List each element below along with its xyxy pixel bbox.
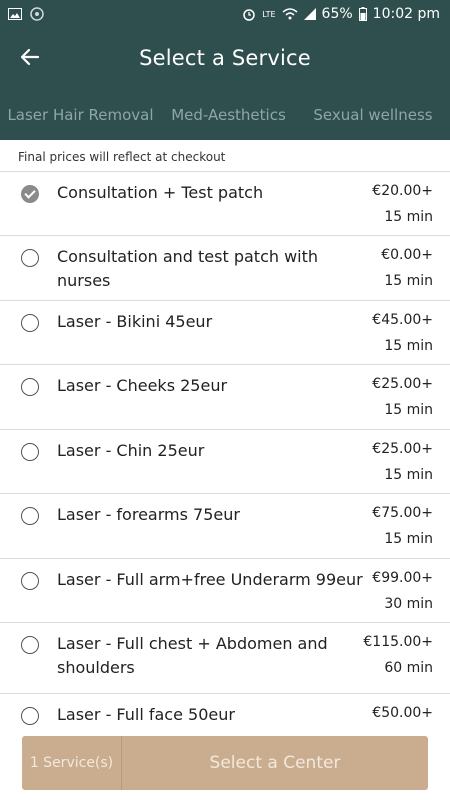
app-notification-icon: [30, 7, 44, 21]
status-bar: LTE 65% 10:02 pm: [0, 0, 450, 28]
service-price: €50.00+: [372, 705, 433, 721]
service-name: Consultation + Test patch: [57, 183, 264, 202]
service-price: €25.00+: [372, 441, 433, 457]
status-left: [8, 7, 44, 21]
radio-unselected-icon[interactable]: [21, 314, 39, 332]
category-tabs: Laser Hair Removal Med-Aesthetics Sexual…: [0, 90, 450, 140]
service-name: Laser - Full arm+free Underarm 99eur: [57, 570, 363, 589]
service-row[interactable]: Laser - Full face 50eur €50.00+: [0, 694, 450, 732]
signal-icon: [303, 8, 316, 20]
radio-unselected-icon[interactable]: [21, 636, 39, 654]
service-duration: 30 min: [384, 596, 433, 612]
radio-unselected-icon[interactable]: [21, 249, 39, 267]
service-price: €115.00+: [363, 634, 433, 650]
service-name: Laser - Full chest + Abdomen and shoulde…: [57, 634, 328, 677]
service-duration: 15 min: [384, 338, 433, 354]
service-price: €45.00+: [372, 312, 433, 328]
selected-services-count-button[interactable]: 1 Service(s): [22, 736, 122, 790]
battery-icon: [358, 7, 367, 21]
alarm-icon: [242, 7, 256, 21]
service-price: €99.00+: [372, 570, 433, 586]
service-row[interactable]: Consultation and test patch with nurses …: [0, 236, 450, 301]
wifi-icon: [282, 8, 298, 20]
service-name: Consultation and test patch with nurses: [57, 247, 319, 290]
radio-unselected-icon[interactable]: [21, 507, 39, 525]
status-right: LTE 65% 10:02 pm: [242, 6, 440, 22]
service-row[interactable]: Laser - Bikini 45eur €45.00+ 15 min: [0, 301, 450, 365]
tab-sexual-wellness[interactable]: Sexual wellness: [296, 90, 450, 140]
service-duration: 15 min: [384, 467, 433, 483]
service-name: Laser - Full face 50eur: [57, 705, 235, 724]
radio-unselected-icon[interactable]: [21, 707, 39, 725]
service-row[interactable]: Laser - forearms 75eur €75.00+ 15 min: [0, 494, 450, 559]
service-price: €75.00+: [372, 505, 433, 521]
service-list[interactable]: Consultation + Test patch €20.00+ 15 min…: [0, 172, 450, 732]
radio-unselected-icon[interactable]: [21, 378, 39, 396]
service-row[interactable]: Laser - Cheeks 25eur €25.00+ 15 min: [0, 365, 450, 430]
service-duration: 60 min: [384, 660, 433, 676]
service-name: Laser - Cheeks 25eur: [57, 376, 228, 395]
tab-med-aesthetics[interactable]: Med-Aesthetics: [161, 90, 296, 140]
service-price: €0.00+: [381, 247, 433, 263]
service-duration: 15 min: [384, 209, 433, 225]
service-name: Laser - Chin 25eur: [57, 441, 205, 460]
app-bar: Select a Service: [0, 28, 450, 90]
service-duration: 15 min: [384, 273, 433, 289]
clock: 10:02 pm: [372, 6, 440, 22]
bottom-action-bar: 1 Service(s) Select a Center: [22, 736, 428, 790]
service-price: €25.00+: [372, 376, 433, 392]
radio-selected-icon[interactable]: [21, 185, 39, 203]
service-duration: 15 min: [384, 402, 433, 418]
radio-unselected-icon[interactable]: [21, 443, 39, 461]
service-row[interactable]: Laser - Full arm+free Underarm 99eur €99…: [0, 559, 450, 623]
tab-laser-hair-removal[interactable]: Laser Hair Removal: [0, 90, 161, 140]
service-name: Laser - forearms 75eur: [57, 505, 240, 524]
page-title: Select a Service: [139, 46, 311, 70]
radio-unselected-icon[interactable]: [21, 572, 39, 590]
service-price: €20.00+: [372, 183, 433, 199]
service-row[interactable]: Laser - Chin 25eur €25.00+ 15 min: [0, 430, 450, 494]
network-type: LTE: [262, 9, 276, 19]
select-center-button[interactable]: Select a Center: [122, 736, 428, 790]
service-row[interactable]: Consultation + Test patch €20.00+ 15 min: [0, 172, 450, 236]
service-name: Laser - Bikini 45eur: [57, 312, 213, 331]
service-duration: 15 min: [384, 531, 433, 547]
service-row[interactable]: Laser - Full chest + Abdomen and shoulde…: [0, 623, 450, 694]
gallery-notification-icon: [8, 8, 22, 20]
battery-percentage: 65%: [321, 6, 353, 22]
price-notice: Final prices will reflect at checkout: [0, 140, 450, 172]
